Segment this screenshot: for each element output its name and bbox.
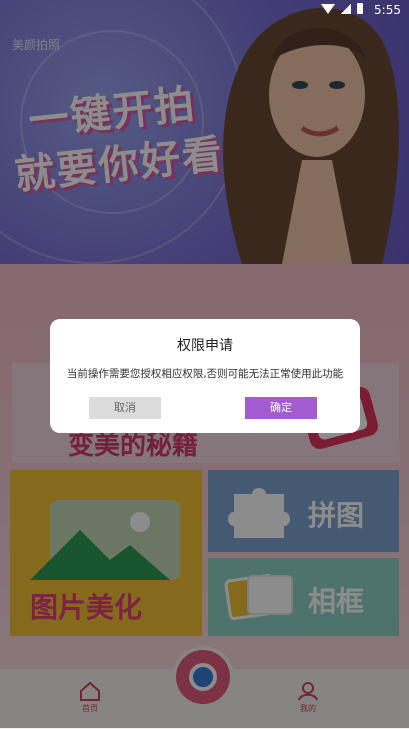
status-time: 5:55 [374, 3, 401, 17]
permission-dialog: 权限申请 当前操作需要您授权相应权限,否则可能无法正常使用此功能 取消 确定 [50, 319, 360, 433]
confirm-button[interactable]: 确定 [245, 397, 317, 419]
status-icons [321, 3, 363, 14]
dialog-message: 当前操作需要您授权相应权限,否则可能无法正常使用此功能 [66, 368, 344, 380]
signal-icon [341, 3, 351, 14]
battery-icon [357, 3, 363, 14]
wifi-icon [321, 3, 335, 14]
app-page: 5:55 美颜拍照 一键开拍 就要你好看 变美的秘籍 图片美化 拼图 相框 首页… [0, 0, 409, 729]
dialog-title: 权限申请 [177, 338, 233, 354]
cancel-button[interactable]: 取消 [89, 397, 161, 419]
status-bar: 5:55 [0, 0, 409, 20]
